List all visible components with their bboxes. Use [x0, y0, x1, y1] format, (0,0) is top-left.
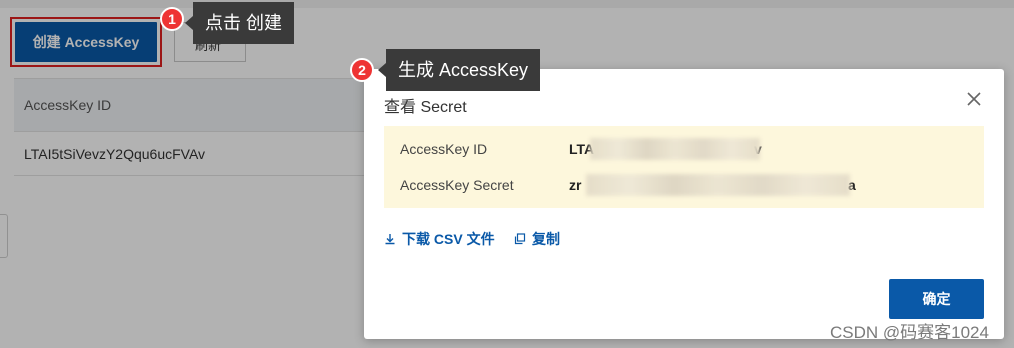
download-icon [385, 234, 395, 245]
confirm-button[interactable]: 确定 [889, 279, 984, 319]
download-csv-label: 下载 CSV 文件 [402, 231, 495, 247]
accesskey-id-redaction [590, 138, 760, 160]
copy-label: 复制 [532, 231, 560, 247]
accesskey-secret-redaction [586, 174, 850, 196]
copy-link[interactable]: 复制 [514, 229, 560, 249]
dialog-title: 查看 Secret [384, 99, 467, 116]
credentials-box: AccessKey ID LTA v AccessKey Secret zr a [384, 126, 984, 208]
accesskey-id-label: AccessKey ID [400, 141, 488, 157]
copy-icon [514, 233, 526, 245]
step-2-label: 生成 AccessKey [377, 49, 541, 91]
accesskey-secret-value-start: zr [569, 177, 582, 193]
accesskey-secret-label: AccessKey Secret [400, 177, 514, 193]
watermark: CSDN @码赛客1024 [830, 323, 989, 342]
step-1-badge: 1 [160, 7, 184, 31]
close-icon[interactable] [964, 89, 984, 109]
step-1-label: 点击 创建 [184, 2, 295, 44]
view-secret-dialog: 查看 Secret AccessKey ID LTA v AccessKey S… [364, 69, 1004, 339]
download-csv-link[interactable]: 下载 CSV 文件 [384, 229, 495, 249]
step-2-badge: 2 [350, 58, 374, 82]
